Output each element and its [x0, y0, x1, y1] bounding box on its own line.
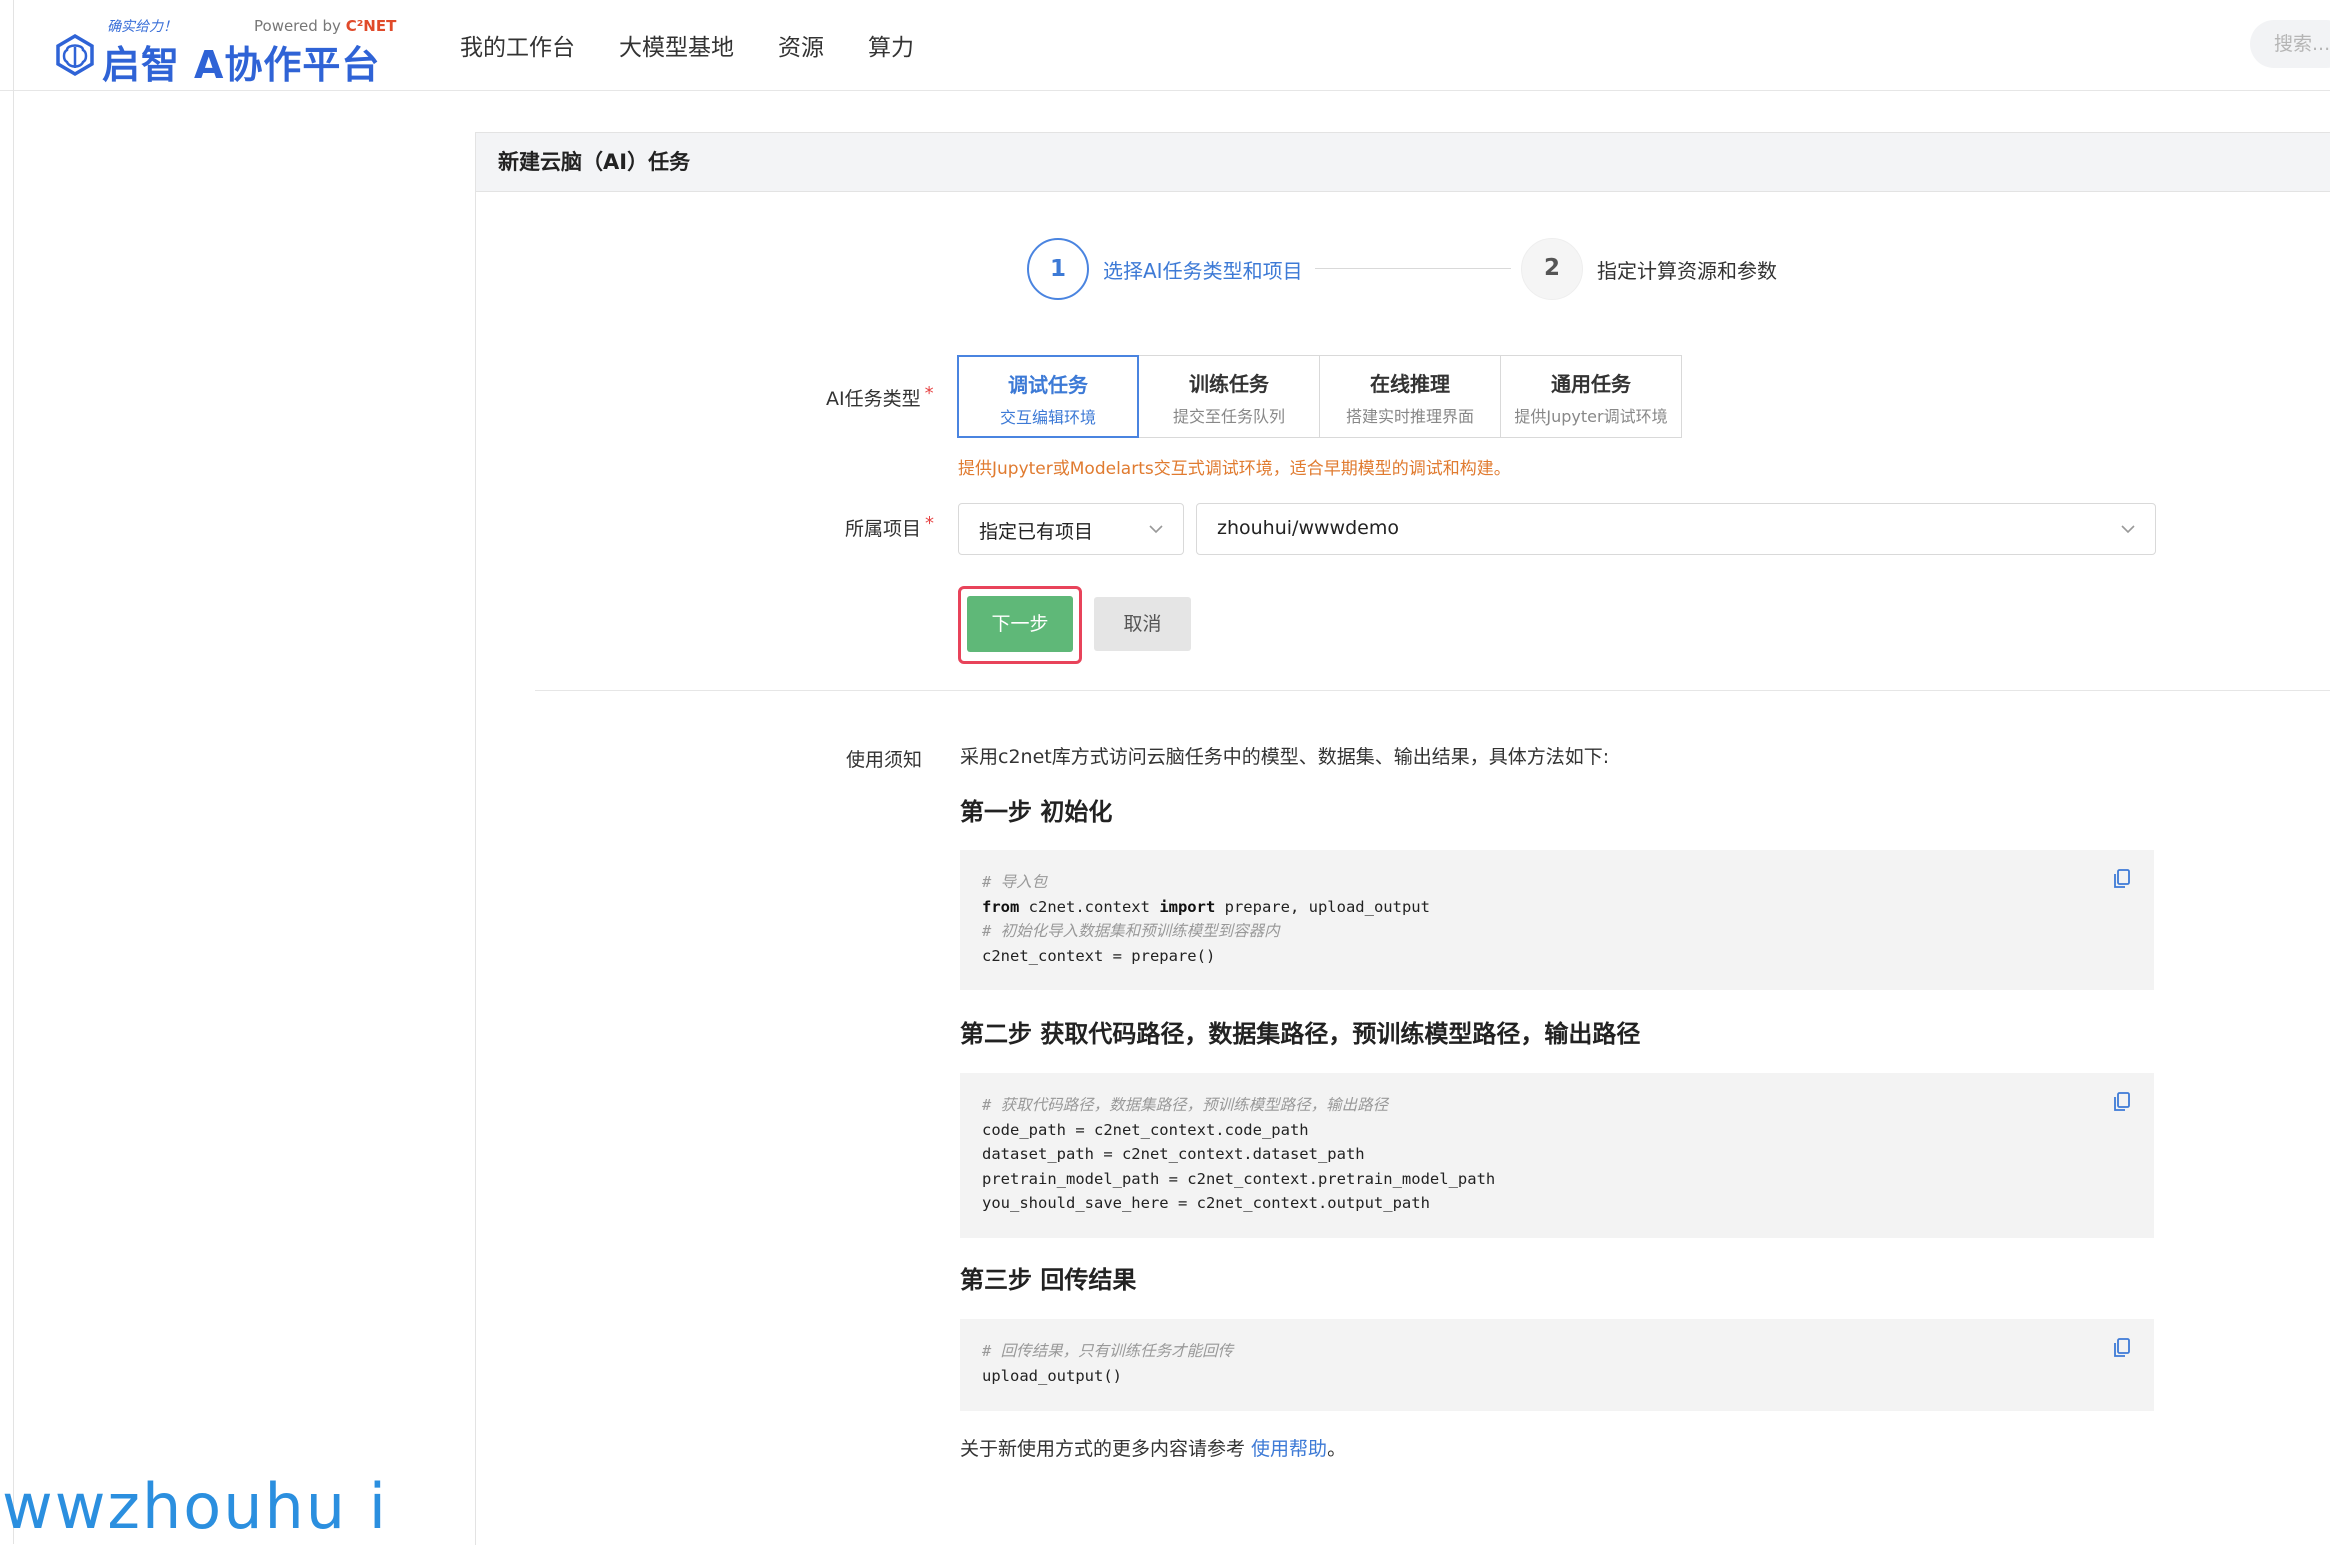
next-button-highlight: 下一步	[958, 586, 1082, 664]
code-line: code_path = c2net_context.code_path	[982, 1120, 1309, 1139]
step-2-label: 指定计算资源和参数	[1597, 259, 1777, 283]
powered-prefix: Powered by	[254, 17, 346, 35]
watermark-text: wwzhouhu i	[2, 1470, 389, 1543]
top-navbar: 确实给力！ Powered by C²NET 启智 A协作平台 我的工作台 大模…	[0, 0, 2330, 91]
footnote-text: 关于新使用方式的更多内容请参考	[960, 1438, 1252, 1460]
logo-name-part1: 启智	[102, 43, 181, 87]
nav-item-model-base[interactable]: 大模型基地	[619, 28, 734, 62]
platform-logo[interactable]: 确实给力！ Powered by C²NET 启智 A协作平台	[52, 14, 402, 87]
project-select[interactable]: zhouhui/wwwdemo	[1196, 503, 2156, 555]
step2-heading: 第二步 获取代码路径，数据集路径，预训练模型路径，输出路径	[960, 1020, 1641, 1048]
cancel-button[interactable]: 取消	[1094, 597, 1191, 651]
nav-item-workbench[interactable]: 我的工作台	[460, 28, 575, 62]
project-label-text: 所属项目	[845, 518, 922, 540]
logo-name-part2: A协作平台	[194, 43, 381, 87]
step-connector	[1315, 268, 1511, 269]
task-type-sub: 提交至任务队列	[1172, 407, 1285, 426]
search-input[interactable]: 搜索...	[2250, 20, 2330, 68]
code-line: dataset_path = c2net_context.dataset_pat…	[982, 1145, 1365, 1163]
project-label: 所属项目 *	[845, 513, 935, 541]
copy-icon[interactable]	[2112, 1091, 2132, 1113]
main-nav: 我的工作台 大模型基地 资源 算力	[460, 28, 958, 62]
task-type-train[interactable]: 训练任务 提交至任务队列	[1138, 355, 1320, 438]
powered-brand: C²NET	[345, 17, 397, 35]
notice-intro: 采用c2net库方式访问云脑任务中的模型、数据集、输出结果，具体方法如下:	[960, 746, 1610, 768]
brain-logo-icon	[56, 33, 94, 77]
code-comment: # 导入包	[982, 873, 1048, 891]
next-button[interactable]: 下一步	[967, 596, 1073, 652]
code-line: upload_output()	[982, 1366, 1122, 1385]
project-value: zhouhui/wwwdemo	[1217, 517, 1399, 539]
code-text: c2net.context	[1019, 897, 1160, 916]
code-keyword: from	[982, 897, 1020, 916]
task-type-title: 调试任务	[1008, 373, 1088, 397]
task-type-label-text: AI任务类型	[826, 388, 921, 410]
task-type-title: 在线推理	[1370, 372, 1450, 396]
step-1-number: 1	[1027, 238, 1089, 300]
task-type-sub: 交互编辑环境	[999, 408, 1096, 427]
powered-by: Powered by C²NET	[254, 17, 396, 35]
task-type-hint: 提供Jupyter或Modelarts交互式调试环境，适合早期模型的调试和构建。	[958, 459, 1511, 479]
copy-icon[interactable]	[2112, 868, 2132, 890]
code-line: pretrain_model_path = c2net_context.pret…	[982, 1169, 1496, 1188]
task-type-title: 训练任务	[1189, 372, 1269, 396]
step-1-label: 选择AI任务类型和项目	[1103, 259, 1303, 283]
task-type-inference[interactable]: 在线推理 搭建实时推理界面	[1319, 355, 1501, 438]
project-mode-value: 指定已有项目	[979, 521, 1094, 543]
task-type-debug[interactable]: 调试任务 交互编辑环境	[957, 355, 1139, 438]
required-mark: *	[925, 513, 935, 534]
code-keyword: import	[1159, 897, 1216, 916]
step-2-number: 2	[1521, 238, 1583, 300]
code-block-init: # 导入包 from c2net.context import prepare,…	[960, 850, 2154, 990]
task-type-selector: 调试任务 交互编辑环境 训练任务 提交至任务队列 在线推理 搭建实时推理界面 通…	[957, 355, 1682, 438]
help-footnote: 关于新使用方式的更多内容请参考 使用帮助。	[960, 1434, 1346, 1461]
logo-slogan: 确实给力！	[107, 19, 177, 35]
notice-label: 使用须知	[846, 749, 923, 771]
chevron-down-icon	[1149, 525, 1163, 534]
step3-heading: 第三步 回传结果	[960, 1266, 1137, 1294]
nav-item-compute[interactable]: 算力	[868, 28, 914, 62]
footnote-suffix: 。	[1327, 1438, 1347, 1460]
copy-icon[interactable]	[2112, 1337, 2132, 1359]
task-type-sub: 搭建实时推理界面	[1345, 407, 1474, 426]
usage-notice: 采用c2net库方式访问云脑任务中的模型、数据集、输出结果，具体方法如下: 第一…	[960, 742, 2154, 1460]
task-type-general[interactable]: 通用任务 提供Jupyter调试环境	[1500, 355, 1682, 438]
chevron-down-icon	[2121, 525, 2135, 534]
code-block-upload: # 回传结果，只有训练任务才能回传 upload_output()	[960, 1319, 2154, 1411]
code-comment: # 初始化导入数据集和预训练模型到容器内	[982, 922, 1280, 940]
left-divider	[13, 0, 14, 1544]
code-line: from c2net.context import prepare, uploa…	[982, 895, 2132, 920]
task-type-sub: 提供Jupyter调试环境	[1514, 407, 1668, 426]
code-comment: # 回传结果，只有训练任务才能回传	[982, 1342, 1234, 1360]
code-line: you_should_save_here = c2net_context.out…	[982, 1194, 1430, 1212]
page-title: 新建云脑（AI）任务	[476, 133, 2330, 192]
section-divider	[535, 690, 2330, 691]
code-block-paths: # 获取代码路径，数据集路径，预训练模型路径，输出路径 code_path = …	[960, 1073, 2154, 1238]
project-mode-select[interactable]: 指定已有项目	[958, 503, 1184, 555]
task-type-title: 通用任务	[1551, 372, 1631, 396]
task-type-label: AI任务类型 *	[826, 383, 934, 411]
step1-heading: 第一步 初始化	[960, 798, 1113, 826]
help-link[interactable]: 使用帮助	[1251, 1438, 1327, 1460]
nav-item-resources[interactable]: 资源	[778, 28, 824, 62]
code-text: prepare, upload_output	[1215, 897, 1430, 916]
required-mark: *	[924, 383, 934, 404]
code-line: c2net_context = prepare()	[982, 946, 1216, 965]
code-comment: # 获取代码路径，数据集路径，预训练模型路径，输出路径	[982, 1096, 1389, 1114]
